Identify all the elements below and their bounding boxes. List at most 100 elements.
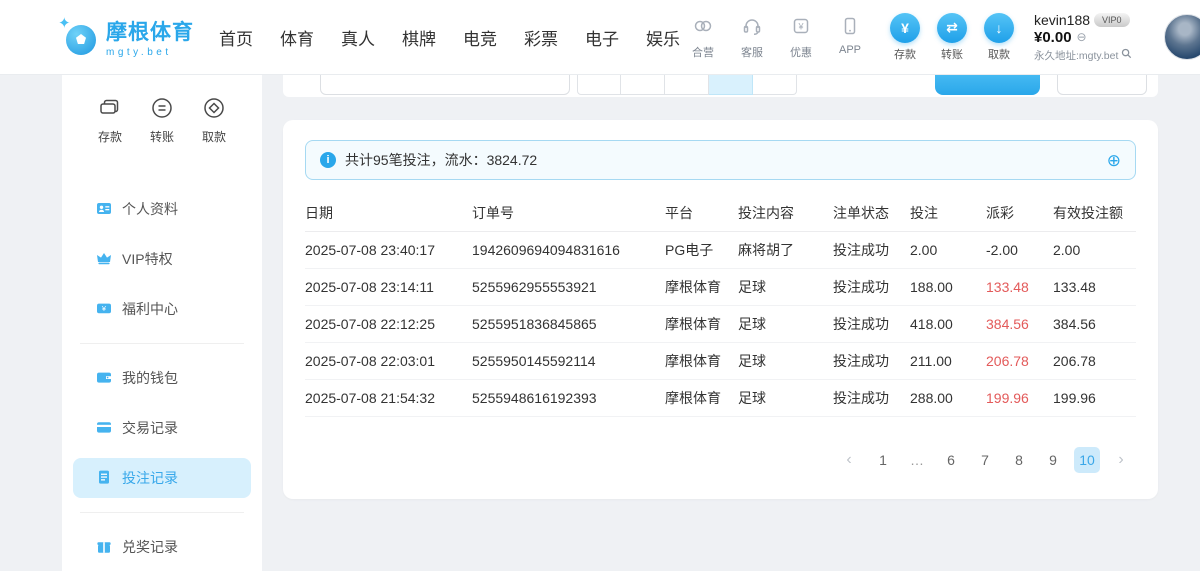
logo[interactable]: ✦ 摩根体育 mgty.bet: [56, 16, 194, 58]
next-page-button[interactable]: ›: [1108, 447, 1134, 473]
permanent-address: 永久地址:mgty.bet: [1034, 48, 1118, 63]
sidebar-item-bet-records[interactable]: 投注记录: [73, 458, 251, 498]
cell-payout: 133.48: [986, 279, 1053, 295]
page-ellipsis[interactable]: …: [904, 447, 930, 473]
logo-subtitle: mgty.bet: [106, 47, 194, 58]
page-button-8[interactable]: 8: [1006, 447, 1032, 473]
transfer-button[interactable]: ⇄ 转账: [937, 13, 967, 62]
sidebar-item-wallet[interactable]: 我的钱包: [73, 358, 251, 398]
cell-platform: PG电子: [665, 240, 738, 260]
page-button-7[interactable]: 7: [972, 447, 998, 473]
cell-payout: 206.78: [986, 353, 1053, 369]
table-row[interactable]: 2025-07-08 23:14:11 5255962955553921 摩根体…: [305, 269, 1136, 306]
sidebar-item-vip[interactable]: VIP特权: [73, 239, 251, 279]
bet-record-icon: [96, 469, 112, 488]
promo-link[interactable]: ¥ 优惠: [783, 15, 819, 60]
table-row[interactable]: 2025-07-08 23:40:17 1942609694094831616 …: [305, 232, 1136, 269]
withdraw-coin-icon: [201, 95, 227, 124]
summary-text: 共计95笔投注，流水：3824.72: [345, 150, 537, 170]
nav-entertainment[interactable]: 娱乐: [641, 21, 685, 54]
withdraw-label: 取款: [988, 46, 1010, 62]
col-date: 日期: [305, 203, 472, 223]
sidebar-transfer-button[interactable]: 转账: [149, 95, 175, 145]
summary-bar: i 共计95笔投注，流水：3824.72 ⊕: [305, 140, 1136, 180]
sidebar-transfer-label: 转账: [150, 128, 174, 145]
customer-service-link[interactable]: 客服: [734, 15, 770, 60]
page-button-10-active[interactable]: 10: [1074, 447, 1100, 473]
sidebar-item-label: VIP特权: [122, 249, 173, 269]
deposit-icon: ¥: [890, 13, 920, 43]
partner-link[interactable]: 合营: [685, 15, 721, 60]
cell-bet: 188.00: [910, 279, 986, 295]
cell-valid-bet: 206.78: [1053, 353, 1136, 369]
welfare-icon: ¥: [96, 300, 112, 319]
customer-service-icon: [741, 15, 763, 42]
main-content: i 共计95笔投注，流水：3824.72 ⊕ 日期 订单号 平台 投注内容 注单…: [283, 75, 1158, 571]
sidebar-withdraw-button[interactable]: 取款: [201, 95, 227, 145]
page-button-9[interactable]: 9: [1040, 447, 1066, 473]
cell-date: 2025-07-08 23:14:11: [305, 279, 472, 295]
deposit-cards-icon: [97, 95, 123, 124]
cell-status: 投注成功: [833, 314, 910, 334]
sidebar: 存款 转账 取款 个人资料: [62, 75, 262, 571]
sidebar-item-redeem-records[interactable]: 兑奖记录: [73, 527, 251, 567]
sidebar-item-transactions[interactable]: 交易记录: [73, 408, 251, 448]
bet-records-card: i 共计95笔投注，流水：3824.72 ⊕ 日期 订单号 平台 投注内容 注单…: [283, 120, 1158, 499]
cell-order-no: 1942609694094831616: [472, 242, 665, 258]
nav-live-casino[interactable]: 真人: [336, 21, 380, 54]
top-header: ✦ 摩根体育 mgty.bet 首页 体育 真人 棋牌 电竞 彩票 电子 娱乐 …: [0, 0, 1200, 75]
user-info: kevin188 VIP0 ¥0.00 ⊖ 永久地址:mgty.bet: [1034, 12, 1156, 63]
transfer-coin-icon: [149, 95, 175, 124]
nav-home[interactable]: 首页: [214, 21, 258, 54]
cell-date: 2025-07-08 21:54:32: [305, 390, 472, 406]
partner-label: 合营: [692, 44, 714, 60]
col-order-no: 订单号: [472, 203, 665, 223]
magnifier-icon[interactable]: [1121, 48, 1132, 62]
cell-date: 2025-07-08 22:03:01: [305, 353, 472, 369]
cell-payout: -2.00: [986, 242, 1053, 258]
table-row[interactable]: 2025-07-08 21:54:32 5255948616192393 摩根体…: [305, 380, 1136, 417]
table-row[interactable]: 2025-07-08 22:03:01 5255950145592114 摩根体…: [305, 343, 1136, 380]
expand-icon[interactable]: ⊕: [1107, 152, 1121, 169]
deposit-label: 存款: [894, 46, 916, 62]
page-button-1[interactable]: 1: [870, 447, 896, 473]
table-header-row: 日期 订单号 平台 投注内容 注单状态 投注 派彩 有效投注额: [305, 194, 1136, 232]
logo-star-icon: ✦: [58, 16, 71, 31]
sidebar-divider: [80, 343, 244, 344]
sidebar-item-profile[interactable]: 个人资料: [73, 189, 251, 229]
deposit-button[interactable]: ¥ 存款: [890, 13, 920, 62]
wallet-icon: [96, 369, 112, 388]
nav-esports[interactable]: 电竞: [458, 21, 502, 54]
sidebar-withdraw-label: 取款: [202, 128, 226, 145]
cell-order-no: 5255951836845865: [472, 316, 665, 332]
nav-slots[interactable]: 电子: [580, 21, 624, 54]
sidebar-divider: [80, 512, 244, 513]
nav-sports[interactable]: 体育: [275, 21, 319, 54]
balance-value: ¥0.00: [1034, 29, 1072, 46]
logo-title: 摩根体育: [106, 16, 194, 46]
balance-refresh-icon[interactable]: ⊖: [1077, 30, 1087, 44]
cell-bet: 2.00: [910, 242, 986, 258]
cell-bet: 288.00: [910, 390, 986, 406]
withdraw-button[interactable]: ↓ 取款: [984, 13, 1014, 62]
page-button-6[interactable]: 6: [938, 447, 964, 473]
cell-payout: 384.56: [986, 316, 1053, 332]
app-label: APP: [839, 44, 861, 56]
nav-lottery[interactable]: 彩票: [519, 21, 563, 54]
bet-records-table: 日期 订单号 平台 投注内容 注单状态 投注 派彩 有效投注额 2025-07-…: [305, 194, 1136, 417]
username[interactable]: kevin188: [1034, 12, 1090, 28]
app-link[interactable]: APP: [832, 15, 868, 60]
sidebar-item-welfare[interactable]: ¥ 福利中心: [73, 289, 251, 329]
customer-service-label: 客服: [741, 44, 763, 60]
nav-chess[interactable]: 棋牌: [397, 21, 441, 54]
svg-text:¥: ¥: [797, 21, 804, 31]
cell-status: 投注成功: [833, 240, 910, 260]
prev-page-button[interactable]: ‹: [836, 447, 862, 473]
cell-order-no: 5255962955553921: [472, 279, 665, 295]
sidebar-item-label: 福利中心: [122, 299, 178, 319]
table-row[interactable]: 2025-07-08 22:12:25 5255951836845865 摩根体…: [305, 306, 1136, 343]
avatar[interactable]: [1164, 14, 1200, 60]
cell-valid-bet: 199.96: [1053, 390, 1136, 406]
sidebar-deposit-button[interactable]: 存款: [97, 95, 123, 145]
cell-status: 投注成功: [833, 351, 910, 371]
